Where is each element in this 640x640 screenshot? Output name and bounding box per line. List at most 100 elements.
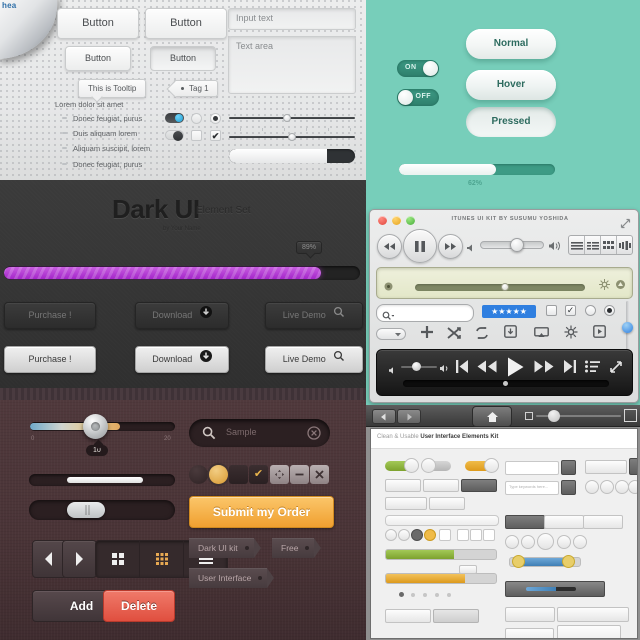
tag-chip[interactable]: Tag 1 <box>174 80 218 97</box>
forward-arrow-icon[interactable] <box>397 409 421 424</box>
minimize-traffic-light[interactable] <box>392 216 401 225</box>
mint-button-hover[interactable]: Hover <box>466 70 556 100</box>
lcd-progress-track[interactable] <box>415 284 585 291</box>
mini-checkbox-1[interactable] <box>439 529 451 541</box>
slider-knob-1[interactable] <box>283 114 291 122</box>
rewind-icon[interactable] <box>477 360 497 378</box>
small-view-icon[interactable] <box>525 412 533 420</box>
forward-icon[interactable] <box>438 234 463 259</box>
mini-circle-btn-3[interactable] <box>557 535 571 549</box>
delete-button[interactable]: Delete <box>103 590 175 622</box>
shuffle-icon[interactable] <box>447 326 461 344</box>
mini-stepper-group[interactable] <box>585 460 627 474</box>
tag-user-interface[interactable]: User Interface <box>189 568 275 588</box>
mini-grid-icon-button[interactable] <box>561 460 576 475</box>
export-icon[interactable] <box>504 325 517 343</box>
tab-option-1[interactable] <box>505 515 545 529</box>
dark-download-button-dark[interactable]: Download <box>135 302 229 329</box>
swatch-square[interactable] <box>229 465 248 484</box>
mini-round-icon-4[interactable] <box>628 480 637 494</box>
mini-segment-2[interactable] <box>429 497 465 510</box>
slider-track-1[interactable] <box>229 117 355 119</box>
mini-radio-2[interactable] <box>398 529 410 541</box>
forward-icon[interactable] <box>534 360 554 378</box>
mini-video-player[interactable] <box>505 581 605 597</box>
zoom-slider-knob[interactable] <box>548 410 560 422</box>
mint-switch-off[interactable]: OFF <box>397 89 439 106</box>
maroon-toggle[interactable] <box>29 500 175 520</box>
mini-round-icon-2[interactable] <box>600 480 614 494</box>
button-small-2[interactable]: Button <box>150 46 216 71</box>
mini-circle-btn-active[interactable] <box>537 533 554 550</box>
checkbox-checked[interactable]: ✔ <box>249 465 268 484</box>
genius-icon[interactable] <box>564 325 578 344</box>
cover-flow-icon[interactable] <box>616 236 632 254</box>
textarea-field[interactable]: Text area <box>228 36 356 94</box>
mini-send-button[interactable] <box>385 609 431 623</box>
airplay-icon[interactable] <box>615 277 626 295</box>
mini-round-icon-3[interactable] <box>615 480 629 494</box>
mini-pager-dot[interactable] <box>411 593 415 597</box>
radio-unselected[interactable] <box>191 113 202 124</box>
lcd-progress-knob[interactable] <box>501 283 509 291</box>
checkbox-checked[interactable]: ✔ <box>210 130 221 141</box>
mint-switch-on[interactable]: ON <box>397 60 439 77</box>
radio-unselected[interactable] <box>585 305 596 316</box>
mini-pager-dot[interactable] <box>423 593 427 597</box>
player-volume-knob[interactable] <box>412 362 421 371</box>
mini-input-1[interactable] <box>505 461 559 475</box>
checkbox-checked[interactable]: ✓ <box>565 305 576 316</box>
mini-circle-btn-4[interactable] <box>573 535 587 549</box>
fullscreen-icon[interactable] <box>609 360 623 379</box>
dark-purchase-button-light[interactable]: Purchase ! <box>4 346 96 373</box>
back-arrow-icon[interactable] <box>372 409 396 424</box>
dark-progress-bar[interactable] <box>4 266 360 280</box>
genius-icon[interactable] <box>599 277 610 295</box>
dark-livedemo-button-dark[interactable]: Live Demo <box>265 302 363 329</box>
button-small-1[interactable]: Button <box>65 46 131 71</box>
playlist-icon[interactable] <box>585 360 601 378</box>
radio-selected[interactable] <box>210 113 221 124</box>
dropdown-pill[interactable] <box>376 328 406 340</box>
mini-doc-icon-1[interactable] <box>629 458 637 475</box>
airplay-icon[interactable] <box>534 326 549 344</box>
maroon-slider-knob[interactable] <box>83 414 108 439</box>
grid-view-icon[interactable] <box>600 236 616 254</box>
mini-radio-1[interactable] <box>385 529 397 541</box>
toggle-switch-off[interactable] <box>165 130 184 141</box>
mini-stepper-strip[interactable] <box>385 515 499 526</box>
radio-selected[interactable] <box>604 305 615 316</box>
mini-progress-orange[interactable] <box>385 573 497 584</box>
toggle-switch-on[interactable] <box>165 113 184 123</box>
swatch-gold-selected[interactable] <box>209 465 228 484</box>
mini-round-icon-1[interactable] <box>585 480 599 494</box>
mint-button-normal[interactable]: Normal <box>466 29 556 59</box>
checkbox-unchecked[interactable] <box>546 305 557 316</box>
dark-purchase-button-dark[interactable]: Purchase ! <box>4 302 96 329</box>
zoom-traffic-light[interactable] <box>406 216 415 225</box>
view-mode-segment[interactable] <box>568 235 633 255</box>
tab-option-2[interactable] <box>544 515 584 529</box>
mini-checkbox-3[interactable] <box>470 529 482 541</box>
mini-segment-1[interactable] <box>385 497 427 510</box>
dark-livedemo-button-light[interactable]: Live Demo <box>265 346 363 373</box>
button-large-2[interactable]: Button <box>145 8 227 39</box>
video-icon[interactable] <box>593 325 606 343</box>
mini-button-1[interactable] <box>385 479 421 492</box>
next-arrow-button[interactable] <box>62 540 97 578</box>
home-icon[interactable] <box>472 406 512 427</box>
mini-checkbox-2[interactable] <box>457 529 469 541</box>
mini-search-input[interactable]: Type keywords here... <box>505 481 559 495</box>
mini-pager-dot[interactable] <box>435 593 439 597</box>
mini-button-2[interactable] <box>423 479 459 492</box>
mini-checkbox-4[interactable] <box>483 529 495 541</box>
itunes-search-field[interactable] <box>376 304 474 322</box>
rating-stars[interactable]: ★★★★★ <box>482 305 536 318</box>
add-icon[interactable] <box>420 325 434 344</box>
next-track-icon[interactable] <box>563 359 576 379</box>
list-view-icon[interactable] <box>569 236 584 254</box>
play-icon[interactable] <box>507 357 524 382</box>
swatch-dark[interactable] <box>189 465 208 484</box>
mini-radio-orange[interactable] <box>424 529 436 541</box>
dark-download-button-light[interactable]: Download <box>135 346 229 373</box>
